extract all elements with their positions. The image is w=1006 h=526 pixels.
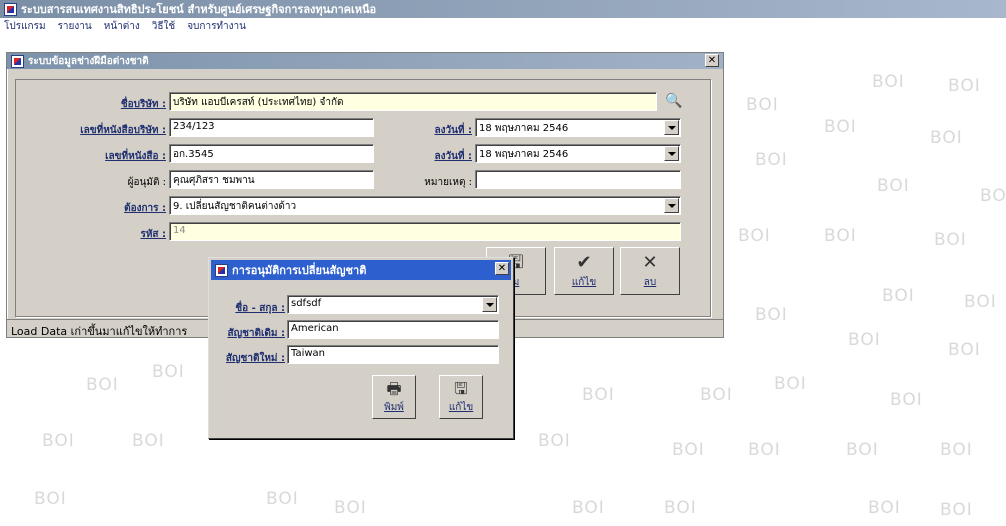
watermark-text: BOI [748, 440, 781, 460]
dialog-icon [215, 263, 228, 277]
save-icon: 🖫 [454, 378, 468, 398]
watermark-text: BOI [755, 305, 788, 325]
menu-exit[interactable]: จบการทำงาน [187, 19, 246, 34]
watermark-text: BOI [572, 498, 605, 518]
watermark-text: BOI [846, 440, 879, 460]
new-nat-label: สัญชาติใหม่ : [225, 353, 285, 364]
chevron-down-icon[interactable] [664, 198, 679, 213]
watermark-text: BOI [948, 340, 981, 360]
nationality-change-dialog: การอนุมัติการเปลี่ยนสัญชาติ ✕ ชื่อ - สกุ… [208, 257, 514, 439]
watermark-text: BOI [34, 489, 67, 509]
watermark-text: BOI [948, 76, 981, 96]
watermark-text: BOI [664, 498, 697, 518]
date1-value: 18 พฤษภาคม 2546 [479, 123, 569, 134]
watermark-text: BOI [964, 292, 997, 312]
old-nat-field[interactable]: American [287, 320, 499, 339]
delete-button[interactable]: ✕ ลบ [620, 247, 680, 295]
close-icon[interactable]: ✕ [705, 54, 719, 67]
watermark-text: BOI [538, 431, 571, 451]
app-titlebar: ระบบสารสนเทศงานสิทธิประโยชน์ สำหรับศูนย์… [0, 0, 1006, 18]
watermark-text: BOI [152, 362, 185, 382]
watermark-text: BOI [940, 440, 973, 460]
approver-field[interactable]: คุณศุภิสรา ชมพาน [169, 170, 374, 189]
watermark-text: BOI [746, 95, 779, 115]
dialog-titlebar: การอนุมัติการเปลี่ยนสัญชาติ ✕ [211, 260, 511, 280]
edit-button[interactable]: ✔ แก้ไข [554, 247, 614, 295]
chevron-down-icon[interactable] [664, 120, 679, 135]
close-icon[interactable]: ✕ [495, 262, 509, 275]
date2-label: ลงวันที่ : [434, 151, 472, 162]
watermark-text: BOI [738, 226, 771, 246]
watermark-text: BOI [266, 489, 299, 509]
app-icon [4, 2, 17, 16]
remark-field[interactable] [475, 170, 681, 189]
child-title: ระบบข้อมูลช่างฝีมือต่างชาติ [28, 55, 149, 67]
menu-report[interactable]: รายงาน [58, 19, 92, 34]
date2-field[interactable]: 18 พฤษภาคม 2546 [475, 144, 681, 163]
delete-icon: ✕ [642, 251, 658, 273]
watermark-text: BOI [42, 431, 75, 451]
menu-window[interactable]: หน้าต่าง [104, 19, 140, 34]
spellcheck-icon: ✔ [576, 251, 592, 273]
watermark-text: BOI [774, 374, 807, 394]
code-field[interactable]: 14 [169, 222, 681, 241]
letter-no-field[interactable]: อก.3545 [169, 144, 374, 163]
watermark-text: BOI [824, 226, 857, 246]
chevron-down-icon[interactable] [664, 146, 679, 161]
approver-label: ผู้อนุมัติ : [127, 177, 166, 188]
watermark-text: BOI [848, 330, 881, 350]
watermark-text: BOI [582, 385, 615, 405]
letter-no-label: เลขที่หนังสือ : [105, 151, 166, 162]
date1-field[interactable]: 18 พฤษภาคม 2546 [475, 118, 681, 137]
chevron-down-icon[interactable] [482, 297, 497, 312]
watermark-text: BOI [868, 498, 901, 518]
watermark-text: BOI [132, 431, 165, 451]
child-titlebar: ระบบข้อมูลช่างฝีมือต่างชาติ ✕ [7, 53, 723, 69]
watermark-text: BOI [934, 230, 967, 250]
date2-value: 18 พฤษภาคม 2546 [479, 149, 569, 160]
watermark-text: BOI [755, 150, 788, 170]
menu-help[interactable]: วิธีใช้ [152, 19, 175, 34]
watermark-text: BOI [86, 375, 119, 395]
watermark-text: BOI [940, 500, 973, 520]
cert-no-label: เลขที่หนังสือบริษัท : [80, 125, 166, 136]
watermark-text: BOI [980, 186, 1006, 206]
window-icon [11, 54, 24, 68]
name-label: ชื่อ - สกุล : [235, 303, 285, 314]
watermark-text: BOI [824, 117, 857, 137]
code-label: รหัส : [140, 229, 166, 240]
name-field[interactable]: sdfsdf [287, 295, 499, 314]
watermark-text: BOI [882, 286, 915, 306]
watermark-text: BOI [334, 498, 367, 518]
watermark-text: BOI [700, 385, 733, 405]
request-label: ต้องการ : [124, 203, 166, 214]
binoculars-icon[interactable]: 🔍 [662, 91, 686, 111]
printer-icon: 🖶 [386, 378, 402, 398]
app-title: ระบบสารสนเทศงานสิทธิประโยชน์ สำหรับศูนย์… [21, 3, 377, 16]
old-nat-label: สัญชาติเดิม : [227, 328, 285, 339]
watermark-text: BOI [672, 440, 705, 460]
company-label: ชื่อบริษัท : [120, 99, 166, 110]
dialog-edit-button[interactable]: 🖫 แก้ไข [439, 375, 483, 419]
date1-label: ลงวันที่ : [434, 125, 472, 136]
watermark-text: BOI [877, 176, 910, 196]
dialog-title: การอนุมัติการเปลี่ยนสัญชาติ [232, 264, 367, 277]
watermark-text: BOI [872, 72, 905, 92]
watermark-text: BOI [930, 128, 963, 148]
watermark-text: BOI [890, 390, 923, 410]
request-value: 9. เปลี่ยนสัญชาติคนต่างด้าว [173, 201, 297, 212]
app-menubar: โปรแกรม รายงาน หน้าต่าง วิธีใช้ จบการทำง… [0, 18, 1006, 34]
menu-program[interactable]: โปรแกรม [4, 19, 46, 34]
cert-no-field[interactable]: 234/123 [169, 118, 374, 137]
request-field[interactable]: 9. เปลี่ยนสัญชาติคนต่างด้าว [169, 196, 681, 215]
company-field[interactable]: บริษัท แอบบีเครสท์ (ประเทศไทย) จำกัด [169, 92, 657, 111]
print-button[interactable]: 🖶 พิมพ์ [372, 375, 416, 419]
remark-label: หมายเหตุ : [424, 177, 472, 188]
new-nat-field[interactable]: Taiwan [287, 345, 499, 364]
name-value: sdfsdf [291, 298, 322, 309]
